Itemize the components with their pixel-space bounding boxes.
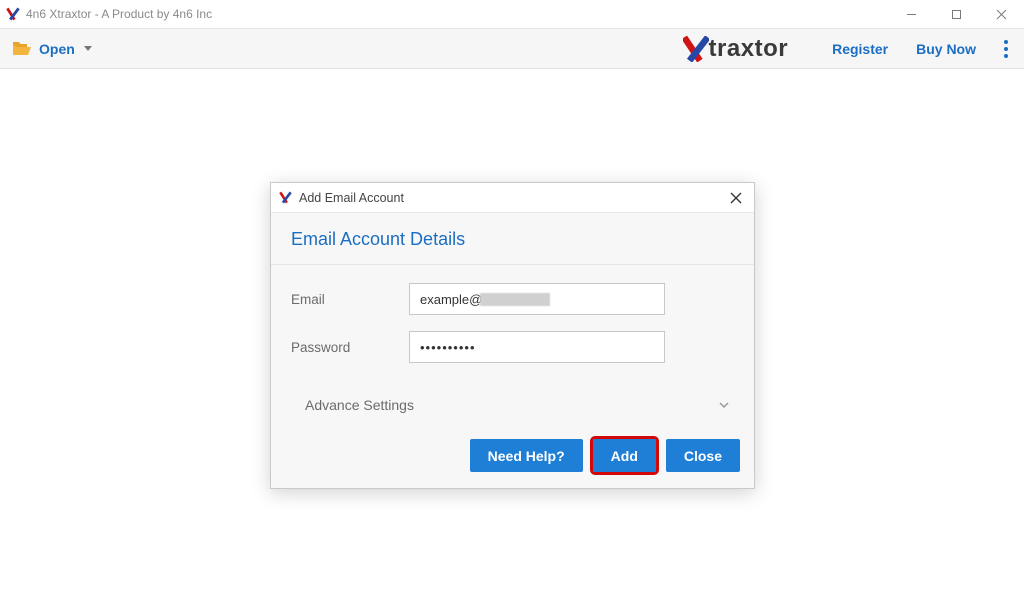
dialog-body: Email Account Details Email example@ Pas… bbox=[271, 213, 754, 488]
section-title: Email Account Details bbox=[271, 213, 754, 265]
email-input[interactable]: example@ bbox=[409, 283, 665, 315]
minimize-button[interactable] bbox=[889, 0, 934, 28]
add-button[interactable]: Add bbox=[593, 439, 656, 472]
advance-settings-toggle[interactable]: Advance Settings bbox=[271, 383, 754, 431]
dialog-close-button[interactable] bbox=[726, 188, 746, 208]
account-form: Email example@ Password •••••••••• bbox=[271, 265, 754, 383]
need-help-button[interactable]: Need Help? bbox=[470, 439, 583, 472]
folder-open-icon bbox=[12, 41, 32, 57]
more-menu-button[interactable] bbox=[998, 36, 1014, 62]
password-value: •••••••••• bbox=[420, 340, 476, 355]
brand-text-bold: traxtor bbox=[709, 35, 789, 63]
password-label: Password bbox=[291, 340, 409, 355]
open-menu-button[interactable]: Open bbox=[12, 41, 92, 57]
brand-x-icon bbox=[683, 36, 709, 62]
app-logo-icon bbox=[279, 191, 293, 205]
main-toolbar: Open traxtor Register Buy Now bbox=[0, 28, 1024, 69]
chevron-down-icon bbox=[84, 46, 92, 51]
register-link[interactable]: Register bbox=[832, 41, 888, 57]
email-row: Email example@ bbox=[291, 283, 734, 315]
maximize-button[interactable] bbox=[934, 0, 979, 28]
close-window-button[interactable] bbox=[979, 0, 1024, 28]
app-logo-icon bbox=[6, 7, 20, 21]
window-titlebar: 4n6 Xtraxtor - A Product by 4n6 Inc bbox=[0, 0, 1024, 28]
close-button[interactable]: Close bbox=[666, 439, 740, 472]
add-email-account-dialog: Add Email Account Email Account Details … bbox=[270, 182, 755, 489]
email-label: Email bbox=[291, 292, 409, 307]
password-input[interactable]: •••••••••• bbox=[409, 331, 665, 363]
window-controls bbox=[889, 0, 1024, 28]
brand-logo: traxtor bbox=[683, 35, 789, 63]
dialog-footer: Need Help? Add Close bbox=[271, 431, 754, 488]
password-row: Password •••••••••• bbox=[291, 331, 734, 363]
redacted-text bbox=[480, 293, 550, 306]
buy-now-link[interactable]: Buy Now bbox=[916, 41, 976, 57]
open-label: Open bbox=[39, 41, 75, 57]
window-title: 4n6 Xtraxtor - A Product by 4n6 Inc bbox=[26, 7, 212, 21]
dialog-title: Add Email Account bbox=[299, 191, 404, 205]
advance-settings-label: Advance Settings bbox=[305, 397, 414, 413]
email-value: example@ bbox=[420, 292, 482, 307]
dialog-titlebar: Add Email Account bbox=[271, 183, 754, 213]
chevron-down-icon bbox=[718, 399, 730, 411]
